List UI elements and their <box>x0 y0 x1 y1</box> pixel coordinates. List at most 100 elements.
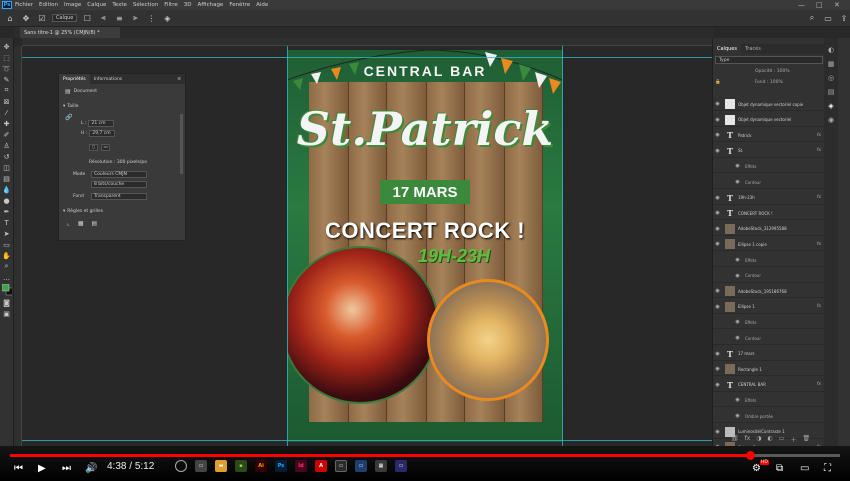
layer-effect-row[interactable]: ◉ Effets <box>713 160 825 174</box>
ruler-icon[interactable]: ⌞ <box>67 220 70 227</box>
zoom-icon[interactable]: ⌕ <box>2 261 12 272</box>
stamp-icon[interactable]: ♙ <box>2 140 12 151</box>
layer-filter-select[interactable]: Type <box>715 56 823 64</box>
layer-row[interactable]: ◉ T 17 mars <box>713 348 825 361</box>
mode-select[interactable]: Couleurs CMJN <box>91 171 147 178</box>
layer-row[interactable]: ◉ AdobeStock_312995588 <box>713 223 825 236</box>
eraser-icon[interactable]: ◫ <box>2 162 12 173</box>
visibility-eye-icon[interactable]: ◉ <box>713 210 722 216</box>
brush-icon[interactable]: ✐ <box>2 129 12 140</box>
eyedropper-icon[interactable]: ⁄ <box>2 107 12 118</box>
visibility-eye-icon[interactable]: ◉ <box>713 366 722 372</box>
menu-image[interactable]: Image <box>64 2 81 8</box>
lock-icon[interactable]: 🔒 <box>715 80 721 85</box>
visibility-eye-icon[interactable]: ◉ <box>713 382 722 388</box>
libraries-panel-icon[interactable]: ▤ <box>824 88 838 96</box>
align-left-icon[interactable]: ⫷ <box>97 12 109 24</box>
visibility-eye-icon[interactable]: ◉ <box>733 273 742 279</box>
volume-icon[interactable]: 🔊 <box>85 460 97 476</box>
menu-3d[interactable]: 3D <box>184 2 192 8</box>
visibility-eye-icon[interactable]: ◉ <box>733 397 742 403</box>
properties-scrollbar[interactable] <box>180 114 183 174</box>
document-tab[interactable]: Sans titre-1 @ 25% (CMJN/8) * <box>20 27 120 38</box>
menu-edition[interactable]: Edition <box>39 2 58 8</box>
layer-row[interactable]: ◉ T St. fx <box>713 145 825 158</box>
path-select-icon[interactable]: ➤ <box>2 228 12 239</box>
search-icon[interactable]: ⌕ <box>806 12 818 24</box>
portrait-button[interactable]: ▯ <box>89 144 98 151</box>
cortana-icon[interactable] <box>175 460 187 472</box>
layer-row[interactable]: ◉ AdobeStock_195186768 <box>713 285 825 299</box>
share-icon[interactable]: ⇪ <box>838 12 850 24</box>
workspace-icon[interactable]: ▭ <box>822 12 834 24</box>
visibility-eye-icon[interactable]: ◉ <box>713 117 722 123</box>
menu-selection[interactable]: Sélection <box>133 2 158 8</box>
visibility-eye-icon[interactable]: ◉ <box>713 226 722 232</box>
dodge-icon[interactable]: ● <box>2 195 12 206</box>
distribute-icon[interactable]: ⋮ <box>145 12 157 24</box>
link-proportions-icon[interactable]: 🔗 <box>65 114 72 121</box>
hand-icon[interactable]: ✋ <box>2 250 12 261</box>
layer-row[interactable]: ◉ T CENTRAL BAR fx <box>713 379 825 392</box>
layer-effect-row[interactable]: ◉ Effets <box>713 394 825 408</box>
color-swatches[interactable] <box>1 283 12 297</box>
maximize-icon[interactable]: □ <box>816 0 823 10</box>
menu-filtre[interactable]: Filtre <box>164 2 178 8</box>
quick-mask-icon[interactable]: ◙ <box>2 297 12 308</box>
home-icon[interactable]: ⌂ <box>4 12 16 24</box>
channels-panel-icon[interactable]: ◉ <box>824 116 838 124</box>
visibility-eye-icon[interactable]: ◉ <box>713 429 722 435</box>
landscape-button[interactable]: ▭ <box>101 144 110 151</box>
visibility-eye-icon[interactable]: ◉ <box>713 101 722 107</box>
gradient-icon[interactable]: ▤ <box>2 173 12 184</box>
color-panel-icon[interactable]: ◐ <box>824 46 838 54</box>
menu-fichier[interactable]: Fichier <box>15 2 33 8</box>
layer-fx-badge[interactable]: fx <box>817 133 821 138</box>
folder-icon[interactable]: ▭ <box>779 435 785 444</box>
blur-icon[interactable]: 💧 <box>2 184 12 195</box>
layer-fx-badge[interactable]: fx <box>817 304 821 309</box>
layer-row[interactable]: ◉ Objet dynamique vectoriel copie <box>713 98 825 111</box>
app-dark-icon[interactable]: ▭ <box>335 460 347 472</box>
fill-select[interactable]: Transparent <box>91 193 147 200</box>
transform-controls-checkbox[interactable]: ☐ <box>81 12 93 24</box>
visibility-eye-icon[interactable]: ◉ <box>733 179 742 185</box>
layer-row[interactable]: ◉ T 19h-23h fx <box>713 192 825 205</box>
shape-icon[interactable]: ▭ <box>2 239 12 250</box>
app-green-icon[interactable]: ▪ <box>235 460 247 472</box>
fill-opacity-label[interactable]: Fond : 100% <box>755 80 783 85</box>
visibility-eye-icon[interactable]: ◉ <box>733 413 742 419</box>
visibility-eye-icon[interactable]: ◉ <box>733 319 742 325</box>
play-icon[interactable]: ▶ <box>38 460 46 476</box>
visibility-eye-icon[interactable]: ◉ <box>713 241 722 247</box>
previous-icon[interactable]: ⏮ <box>14 460 23 476</box>
move-tool-icon[interactable]: ✥ <box>20 12 32 24</box>
guide-vertical-right[interactable] <box>562 46 563 446</box>
adjustment-icon[interactable]: ◐ <box>768 435 773 444</box>
illustrator-icon[interactable]: Ai <box>255 460 267 472</box>
mask-icon[interactable]: ◑ <box>756 435 761 444</box>
layer-row[interactable]: ◉ Rectangle 1 <box>713 363 825 377</box>
opacity-label[interactable]: Opacité : 100% <box>755 69 790 74</box>
app-blue-icon[interactable]: ▭ <box>355 460 367 472</box>
tab-properties[interactable]: Propriétés <box>59 74 90 84</box>
layer-row[interactable]: ◉ Objet dynamique vectoriel <box>713 114 825 127</box>
layer-effect-row[interactable]: ◉ Effets <box>713 316 825 330</box>
layer-effect-row[interactable]: ◉ Effets <box>713 254 825 267</box>
auto-select-dropdown[interactable]: Calque <box>52 14 78 22</box>
trash-icon[interactable]: 🗑 <box>802 435 810 444</box>
layer-effect-row[interactable]: ◉ Contour <box>713 270 825 283</box>
layer-effect-row[interactable]: ◉ Contour <box>713 176 825 189</box>
menu-texte[interactable]: Texte <box>112 2 127 8</box>
marquee-icon[interactable]: ⬚ <box>2 52 12 63</box>
width-input[interactable]: 21 cm <box>88 120 115 127</box>
app-purple-icon[interactable]: ▭ <box>395 460 407 472</box>
rulers-section-header[interactable]: ▾ Règles et grilles <box>63 209 103 214</box>
guides-icon[interactable]: ▤ <box>91 220 97 227</box>
screen-mode-icon[interactable]: ▣ <box>2 308 12 319</box>
theater-mode-icon[interactable]: ▭ <box>800 460 809 476</box>
photoshop-taskbar-icon[interactable]: Ps <box>275 460 287 472</box>
guide-horizontal-bottom[interactable] <box>22 440 712 441</box>
link-layers-icon[interactable]: ⛓ <box>731 435 739 444</box>
close-icon[interactable]: ✕ <box>834 0 840 10</box>
